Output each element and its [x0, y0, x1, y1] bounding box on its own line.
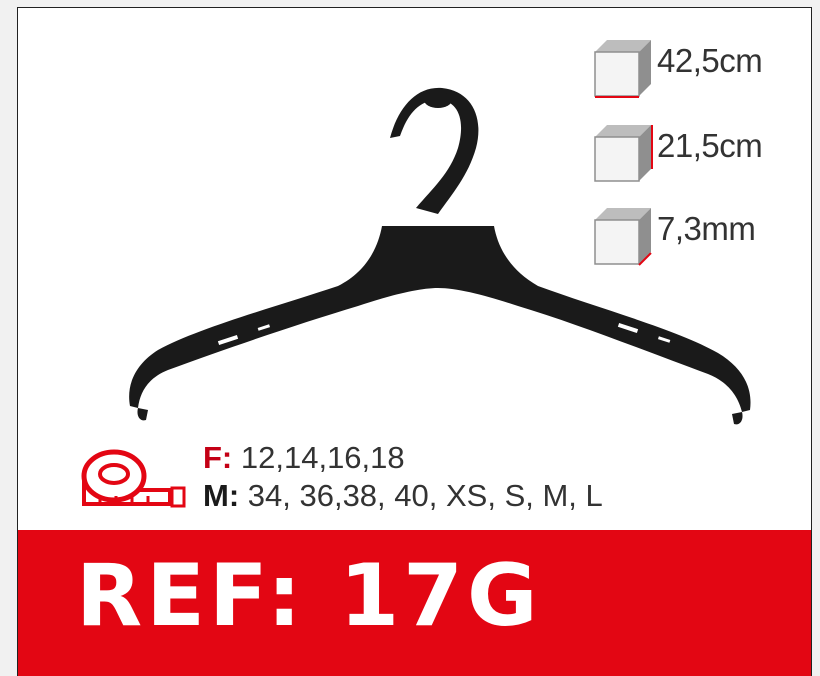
size-list: F: 12,14,16,18 M: 34, 36,38, 40, XS, S, … [78, 438, 778, 518]
dimension-width: 42,5cm [593, 38, 803, 98]
female-values: 12,14,16,18 [232, 440, 405, 475]
male-label: M: [203, 478, 240, 513]
ref-banner: REF: 17G [18, 530, 811, 676]
cube-width-icon [594, 40, 651, 98]
cube-depth-icon [594, 208, 652, 266]
female-label: F: [203, 440, 233, 475]
cube-height-icon [594, 125, 653, 182]
measuring-tape-icon [81, 449, 186, 508]
female-sizes: F: 12,14,16,18 [203, 440, 405, 476]
dimension-depth: 7,3mm [593, 206, 803, 266]
product-card: 42,5cm 21,5cm 7,3mm F: 12,14,16,18 M: 34… [17, 7, 812, 676]
dimension-width-value: 42,5cm [657, 42, 763, 79]
male-values: 34, 36,38, 40, XS, S, M, L [239, 478, 603, 513]
dimension-depth-value: 7,3mm [657, 210, 756, 247]
dimension-height: 21,5cm [593, 123, 803, 183]
dimension-height-value: 21,5cm [657, 127, 763, 164]
male-sizes: M: 34, 36,38, 40, XS, S, M, L [203, 478, 603, 514]
ref-code: REF: 17G [76, 546, 542, 646]
